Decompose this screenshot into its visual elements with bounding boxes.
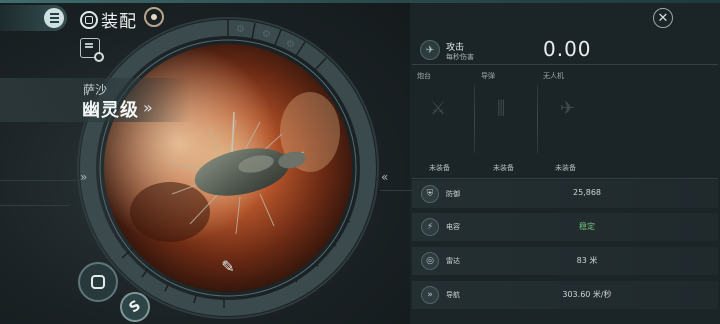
attack-sublabel: 每秒伤害 [446, 53, 474, 61]
close-button[interactable]: ✕ [653, 8, 673, 28]
cargo-icon [91, 275, 105, 289]
top-accent-bar [0, 0, 720, 3]
svg-text:⚙: ⚙ [262, 29, 271, 40]
defense-value: 25,868 [573, 188, 601, 197]
defense-label: 防御 [446, 190, 460, 198]
expand-left-arrow-icon[interactable]: » [80, 170, 87, 184]
drone-slot-status: 未装备 [555, 164, 576, 172]
expand-right-arrow-icon[interactable]: « [381, 170, 388, 184]
radar-value: 83 米 [576, 256, 598, 265]
navigation-icon: » [421, 286, 439, 304]
shield-icon: ⛨ [421, 185, 439, 203]
missile-slot-title: 导弹 [481, 72, 495, 80]
turret-slot-status: 未装备 [429, 164, 450, 172]
slot-separator [537, 85, 538, 153]
wrench-icon: ✎ [221, 257, 234, 276]
menu-button[interactable] [0, 5, 67, 31]
navigation-label: 导航 [446, 291, 460, 299]
ship-info-chevron-icon[interactable]: » [143, 98, 153, 117]
panel-divider [412, 64, 718, 65]
capacitor-icon: ⚡ [421, 218, 439, 236]
missile-icon[interactable]: ⫼ [497, 98, 505, 119]
panel-divider [412, 178, 718, 179]
capacitor-value: 稳定 [579, 222, 595, 231]
radar-icon: ◎ [421, 252, 439, 270]
turret-icon[interactable]: ⚔ [430, 98, 446, 119]
ship-name[interactable]: 幽灵级 [82, 96, 139, 122]
dps-value: 0.00 [543, 37, 592, 61]
drone-icon[interactable]: ✈ [560, 98, 575, 119]
missile-slot-status: 未装备 [493, 164, 514, 172]
capacitor-label: 电容 [446, 223, 460, 231]
slot-separator [474, 85, 475, 153]
turret-slot-title: 炮台 [417, 72, 431, 80]
attack-icon: ✈ [420, 40, 440, 60]
drone-slot-title: 无人机 [543, 72, 564, 80]
svg-text:⚙: ⚙ [286, 39, 295, 50]
svg-text:⚙: ⚙ [236, 24, 245, 35]
swap-ship-button[interactable]: S [120, 292, 150, 322]
swap-icon: S [126, 297, 144, 317]
navigation-value: 303.60 米/秒 [562, 290, 612, 299]
cargo-button[interactable] [78, 262, 118, 302]
radar-label: 雷达 [446, 257, 460, 265]
